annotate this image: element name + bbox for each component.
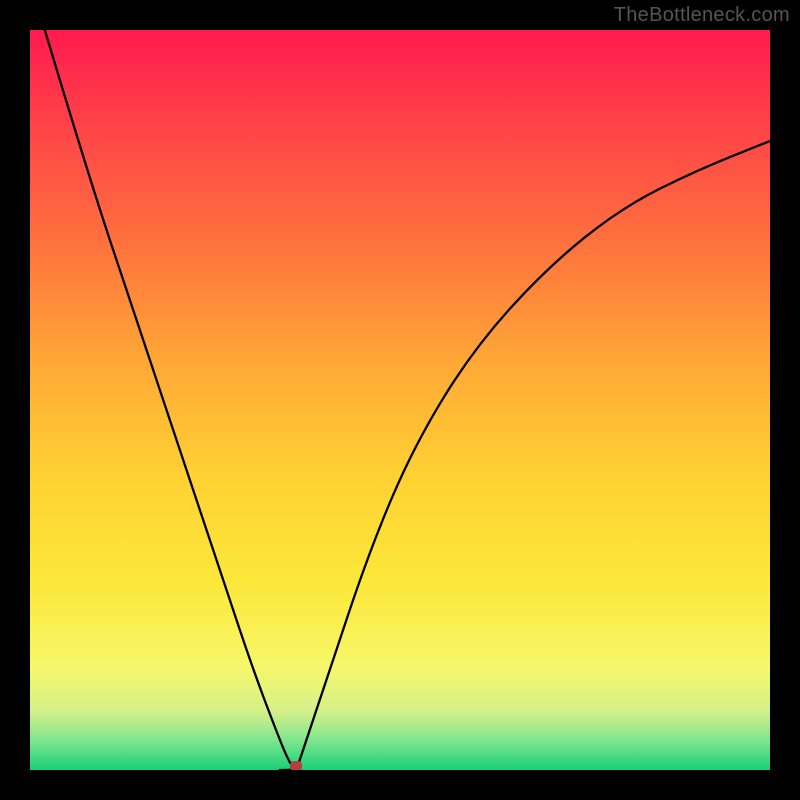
- bottleneck-curve: [30, 30, 770, 770]
- optimum-marker-icon: [290, 761, 302, 770]
- watermark-text: TheBottleneck.com: [614, 4, 790, 27]
- plot-area: [30, 30, 770, 770]
- chart-frame: TheBottleneck.com: [0, 0, 800, 800]
